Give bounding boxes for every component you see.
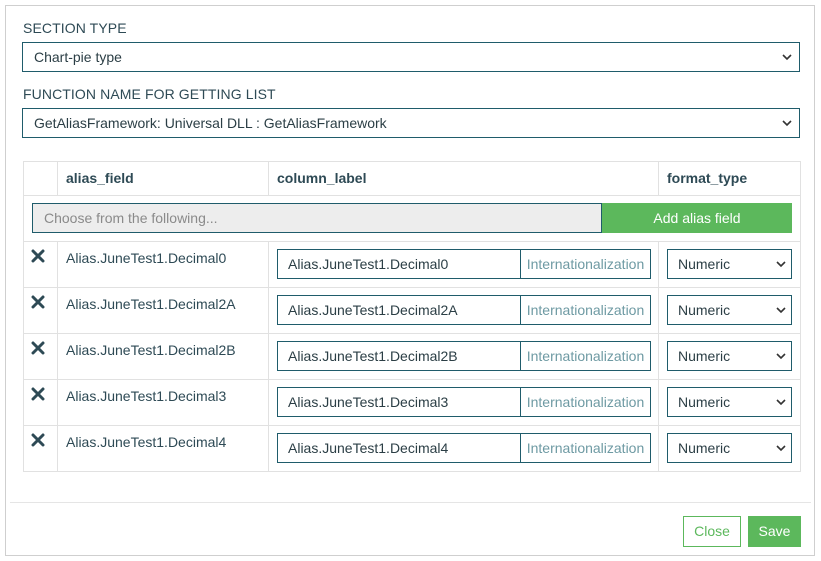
choose-alias-input[interactable]: Choose from the following... bbox=[32, 203, 602, 233]
format-type-value: Numeric bbox=[678, 256, 731, 272]
delete-row-icon[interactable] bbox=[31, 387, 45, 401]
table-row: Alias.JuneTest1.Decimal2B Alias.JuneTest… bbox=[24, 334, 800, 380]
header-column-label: column_label bbox=[277, 170, 367, 186]
internationalization-button[interactable]: Internationalization bbox=[520, 387, 651, 417]
column-label-input[interactable]: Alias.JuneTest1.Decimal4 bbox=[277, 433, 521, 463]
format-type-select[interactable]: Numeric bbox=[667, 295, 792, 325]
format-type-value: Numeric bbox=[678, 348, 731, 364]
chevron-down-icon bbox=[775, 435, 787, 461]
column-label-input[interactable]: Alias.JuneTest1.Decimal3 bbox=[277, 387, 521, 417]
alias-field-value: Alias.JuneTest1.Decimal4 bbox=[66, 434, 227, 450]
delete-row-icon[interactable] bbox=[31, 341, 45, 355]
header-alias-field: alias_field bbox=[66, 170, 134, 186]
function-name-value: GetAliasFramework: Universal DLL : GetAl… bbox=[34, 115, 387, 131]
section-type-select[interactable]: Chart-pie type bbox=[22, 42, 800, 72]
delete-row-icon[interactable] bbox=[31, 433, 45, 447]
alias-field-value: Alias.JuneTest1.Decimal2B bbox=[66, 342, 236, 358]
chevron-down-icon bbox=[781, 110, 793, 136]
format-type-value: Numeric bbox=[678, 394, 731, 410]
chevron-down-icon bbox=[781, 44, 793, 70]
format-type-select[interactable]: Numeric bbox=[667, 387, 792, 417]
table-row: Alias.JuneTest1.Decimal3 Alias.JuneTest1… bbox=[24, 380, 800, 426]
alias-field-value: Alias.JuneTest1.Decimal2A bbox=[66, 296, 236, 312]
internationalization-button[interactable]: Internationalization bbox=[520, 433, 651, 463]
format-type-value: Numeric bbox=[678, 302, 731, 318]
close-button[interactable]: Close bbox=[683, 516, 741, 547]
format-type-select[interactable]: Numeric bbox=[667, 433, 792, 463]
header-format-type: format_type bbox=[667, 170, 748, 186]
delete-row-icon[interactable] bbox=[31, 249, 45, 263]
alias-field-value: Alias.JuneTest1.Decimal3 bbox=[66, 388, 227, 404]
internationalization-button[interactable]: Internationalization bbox=[520, 341, 651, 371]
alias-field-value: Alias.JuneTest1.Decimal0 bbox=[66, 250, 227, 266]
alias-table: alias_field column_label format_type Cho… bbox=[23, 161, 801, 472]
chevron-down-icon bbox=[775, 297, 787, 323]
chevron-down-icon bbox=[775, 251, 787, 277]
save-button[interactable]: Save bbox=[748, 516, 801, 547]
table-row: Alias.JuneTest1.Decimal2A Alias.JuneTest… bbox=[24, 288, 800, 334]
dialog: SECTION TYPE Chart-pie type FUNCTION NAM… bbox=[5, 5, 815, 556]
table-row: Alias.JuneTest1.Decimal0 Alias.JuneTest1… bbox=[24, 242, 800, 288]
delete-row-icon[interactable] bbox=[31, 295, 45, 309]
section-type-value: Chart-pie type bbox=[34, 49, 122, 65]
column-label-input[interactable]: Alias.JuneTest1.Decimal0 bbox=[277, 249, 521, 279]
footer-divider bbox=[10, 502, 811, 503]
column-label-input[interactable]: Alias.JuneTest1.Decimal2A bbox=[277, 295, 521, 325]
format-type-select[interactable]: Numeric bbox=[667, 341, 792, 371]
function-name-select[interactable]: GetAliasFramework: Universal DLL : GetAl… bbox=[22, 108, 800, 138]
add-alias-field-button[interactable]: Add alias field bbox=[602, 203, 792, 233]
internationalization-button[interactable]: Internationalization bbox=[520, 295, 651, 325]
chevron-down-icon bbox=[775, 343, 787, 369]
table-row: Alias.JuneTest1.Decimal4 Alias.JuneTest1… bbox=[24, 426, 800, 472]
column-label-input[interactable]: Alias.JuneTest1.Decimal2B bbox=[277, 341, 521, 371]
format-type-value: Numeric bbox=[678, 440, 731, 456]
section-type-label: SECTION TYPE bbox=[23, 20, 127, 36]
format-type-select[interactable]: Numeric bbox=[667, 249, 792, 279]
internationalization-button[interactable]: Internationalization bbox=[520, 249, 651, 279]
chevron-down-icon bbox=[775, 389, 787, 415]
function-name-label: FUNCTION NAME FOR GETTING LIST bbox=[23, 86, 276, 102]
